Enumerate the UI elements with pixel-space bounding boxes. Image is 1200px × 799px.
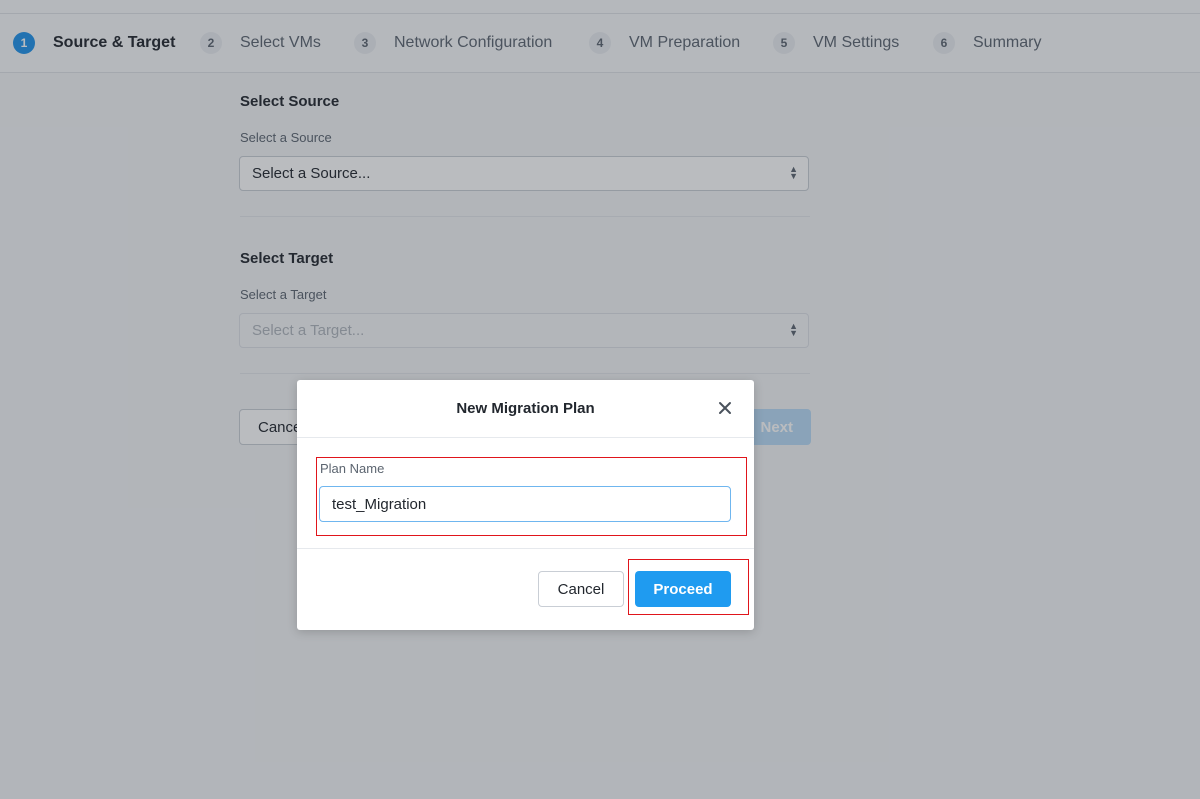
dialog-body: Plan Name — [297, 438, 754, 548]
dialog-footer: Cancel Proceed — [297, 548, 754, 631]
new-migration-plan-dialog: New Migration Plan Plan Name Cancel Proc… — [297, 380, 754, 630]
proceed-highlight — [628, 559, 749, 615]
plan-name-input[interactable] — [319, 486, 731, 522]
dialog-title: New Migration Plan — [456, 400, 595, 417]
cancel-button[interactable]: Cancel — [538, 571, 624, 607]
dialog-header: New Migration Plan — [297, 380, 754, 438]
close-icon[interactable] — [716, 399, 734, 417]
plan-name-label: Plan Name — [320, 461, 385, 476]
